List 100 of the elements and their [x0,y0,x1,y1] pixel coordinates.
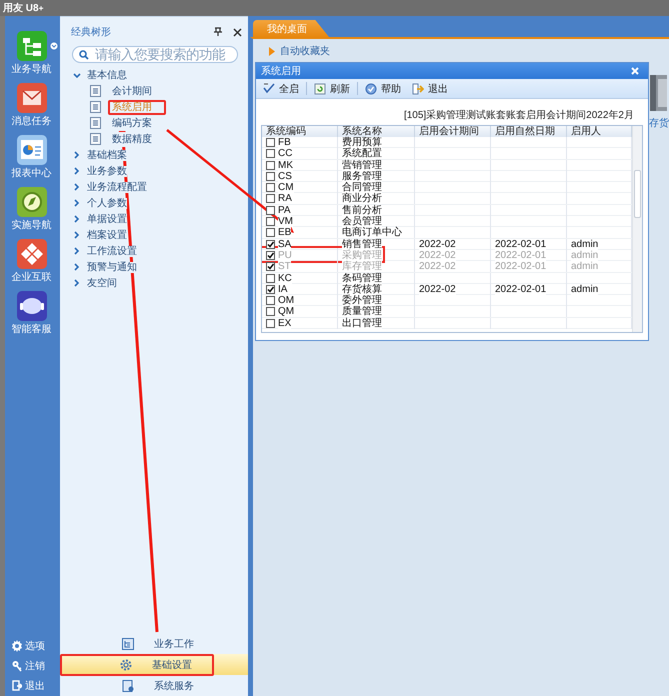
table-row[interactable]: IA 存货核算 2022-02 2022-02-01 admin [262,284,632,296]
nav-button[interactable]: 实施导航 [12,220,52,232]
table-row[interactable]: OM 委外管理 [262,295,632,306]
checkbox[interactable] [266,160,275,170]
table-row[interactable]: MK 营销管理 [262,160,632,171]
toolbar-button[interactable]: 全启 [259,80,303,97]
tree-item[interactable]: 工作流设置 [87,246,137,256]
table-cell: 2022-02 [419,261,456,272]
checkbox[interactable] [266,194,275,204]
pin-icon[interactable] [213,27,223,37]
checkbox[interactable] [266,274,275,283]
table-cell: 质量管理 [342,306,382,318]
close-icon[interactable] [233,28,242,36]
dropdown-icon[interactable] [50,42,58,50]
nav-button[interactable]: 报表中心 [12,168,52,180]
tree-item[interactable]: 单据设置 [87,214,127,224]
scrollbar[interactable] [632,126,642,332]
tree-icon [122,638,134,650]
tree-item[interactable]: 业务参数 [87,166,127,176]
shortcut-label[interactable]: 存货 [649,116,669,130]
module-button[interactable]: 基础设置 [60,654,248,675]
tree-item[interactable]: 友空间 [87,278,117,288]
table-cell: MK [278,160,293,171]
tree-item[interactable]: 档案设置 [87,230,127,240]
toolbar-button[interactable]: 退出 [408,80,452,97]
tree-item[interactable]: 预警与通知 [87,262,137,272]
table-cell: 2022-02 [419,238,456,250]
tree-item[interactable]: 业务流程配置 [87,182,147,192]
toolbar-button[interactable]: 刷新 [310,80,354,97]
checkbox[interactable] [266,183,275,192]
table-cell: 出口管理 [342,318,382,329]
expand-icon[interactable] [73,231,81,239]
table-cell: EX [278,318,292,329]
expand-icon[interactable] [73,247,81,255]
nav-button[interactable]: 业务导航 [12,64,52,76]
checkbox[interactable] [266,284,275,294]
tree-item[interactable]: 个人参数 [87,198,127,208]
collapse-icon[interactable] [73,71,81,79]
checkbox[interactable] [266,172,275,181]
table-row[interactable]: CM 合同管理 [262,182,632,194]
checkbox[interactable] [266,217,275,226]
checkbox[interactable] [266,206,275,215]
table-row[interactable]: CC 系统配置 [262,148,632,160]
checkbox[interactable] [266,138,275,147]
table-cell: SA [278,238,292,250]
table-cell: CS [278,170,292,182]
checkbox[interactable] [266,296,275,306]
checkbox[interactable] [266,228,275,238]
expand-icon[interactable] [73,183,81,191]
checkbox[interactable] [266,240,275,249]
tree-item[interactable]: 基础档案 [87,150,127,160]
search-field[interactable]: 请输入您要搜索的功能 [72,46,238,63]
table-cell: 销售管理 [342,238,382,250]
expand-icon[interactable] [73,215,81,223]
table-cell: admin [571,261,598,272]
nav-button[interactable]: 消息任务 [12,116,52,128]
expand-icon[interactable] [73,263,81,271]
expand-icon[interactable] [73,279,81,287]
table-row[interactable]: CS 服务管理 [262,170,632,182]
checkbox[interactable] [266,149,275,158]
table-cell: 2022-02-01 [495,261,546,272]
puzzle-icon [16,238,48,270]
table-row[interactable]: EB 电商订单中心 [262,227,632,239]
table-cell: 条码管理 [342,272,382,284]
checkbox[interactable] [266,307,275,316]
table-row[interactable]: VM 会员管理 [262,216,632,228]
document-icon [90,133,101,145]
table-row[interactable]: RA 商业分析 [262,193,632,205]
checkbox[interactable] [266,318,275,328]
account-info: [105]采购管理测试账套账套启用会计期间2022年2月 [402,108,635,123]
table-cell: 系统配置 [342,148,382,160]
table-row[interactable]: SA 销售管理 2022-02 2022-02-01 admin [262,238,632,250]
table-row[interactable]: QM 质量管理 [262,306,632,318]
nav-button[interactable]: 智能客服 [12,324,52,336]
folder-tree-icon [16,30,48,62]
module-button[interactable]: 业务工作 [60,633,248,654]
panel-title: 经典树形 [71,26,112,39]
expand-icon [269,46,275,56]
menu-item[interactable]: 选项 [25,639,45,653]
folder-link[interactable]: 自动收藏夹 [280,44,330,58]
exit-icon [12,680,22,692]
key-icon [12,660,22,672]
table-row[interactable]: FB 费用预算 [262,137,632,148]
table-row[interactable]: PA 售前分析 [262,204,632,216]
toolbar-button[interactable]: 帮助 [361,80,405,97]
table-cell: admin [571,238,598,250]
table-cell: 售前分析 [342,204,382,216]
expand-icon[interactable] [73,167,81,175]
expand-icon[interactable] [73,199,81,207]
tree-item[interactable]: 基本信息 [87,70,127,80]
expand-icon[interactable] [73,151,81,159]
table-row[interactable]: EX 出口管理 [262,318,632,330]
document-icon [90,117,101,129]
module-button[interactable]: 系统服务 [60,675,248,696]
document-icon [90,85,101,97]
nav-button[interactable]: 企业互联 [12,272,52,284]
menu-item[interactable]: 退出 [25,679,45,693]
menu-item[interactable]: 注销 [25,659,45,673]
table-cell: CC [278,148,292,160]
table-row[interactable]: KC 条码管理 [262,272,632,284]
